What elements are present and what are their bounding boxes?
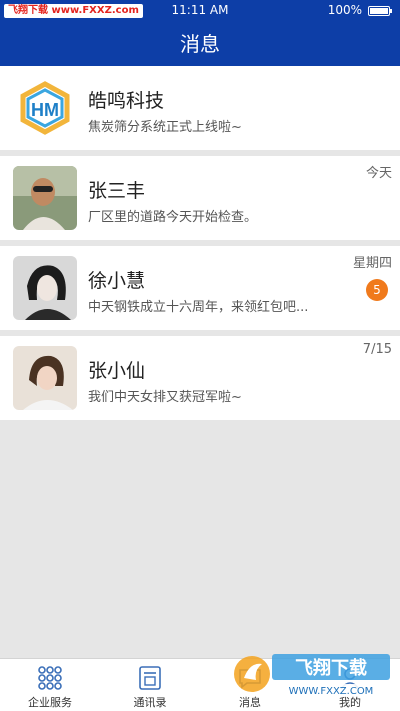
- conversation-date: 7/15: [362, 342, 392, 357]
- promo-watermark: 飞翔下载 WWW.FXXZ.COM: [232, 650, 392, 702]
- page-title: 消息: [180, 32, 220, 56]
- battery-percent: 100%: [327, 3, 362, 17]
- conversation-item-zhangsanfeng[interactable]: 张三丰 厂区里的道路今天开始检查。 今天: [0, 156, 400, 240]
- conversation-date: 今天: [365, 166, 392, 181]
- svg-text:HM: HM: [31, 100, 59, 120]
- tab-label: 企业服务: [28, 696, 72, 709]
- svg-text:飞翔下载: 飞翔下载: [295, 657, 367, 679]
- conversation-item-zhangxiaoxian[interactable]: 张小仙 我们中天女排又获冠军啦~ 7/15: [0, 336, 400, 420]
- fxxz-logo-icon: 飞翔下载 WWW.FXXZ.COM: [234, 654, 390, 697]
- conversation-date: 星期四: [352, 256, 392, 271]
- conversation-name: 徐小慧: [88, 270, 146, 292]
- man-avatar: [13, 166, 77, 230]
- unread-badge: 5: [366, 279, 388, 301]
- grid-icon: [38, 666, 62, 690]
- status-bar: 飞翔下载 www.FXXZ.com 11:11 AM 100%: [0, 0, 400, 22]
- conversation-message: 焦炭筛分系统正式上线啦~: [88, 120, 242, 135]
- hm-logo-icon: HM: [13, 76, 77, 140]
- woman-avatar: [13, 256, 77, 320]
- conversation-item-xuxiaohui[interactable]: 徐小慧 中天钢铁成立十六周年，来领红包吧... 星期四 5: [0, 246, 400, 330]
- nav-bar: 消息: [0, 22, 400, 66]
- woman-avatar: [13, 346, 77, 410]
- battery-icon: [368, 6, 392, 16]
- tab-enterprise-services[interactable]: 企业服务: [0, 659, 100, 711]
- svg-text:WWW.FXXZ.COM: WWW.FXXZ.COM: [289, 686, 374, 697]
- conversation-name: 张三丰: [88, 180, 146, 202]
- conversation-message: 我们中天女排又获冠军啦~: [88, 390, 242, 405]
- tab-label: 通讯录: [133, 696, 167, 709]
- conversation-message: 中天钢铁成立十六周年，来领红包吧...: [88, 300, 309, 315]
- contacts-icon: [139, 666, 161, 690]
- tab-contacts[interactable]: 通讯录: [100, 659, 200, 711]
- conversation-item-haoming[interactable]: HM 皓鸣科技 焦炭筛分系统正式上线啦~: [0, 66, 400, 150]
- conversation-name: 皓鸣科技: [88, 90, 165, 112]
- conversation-message: 厂区里的道路今天开始检查。: [88, 210, 258, 225]
- conversation-name: 张小仙: [88, 360, 146, 382]
